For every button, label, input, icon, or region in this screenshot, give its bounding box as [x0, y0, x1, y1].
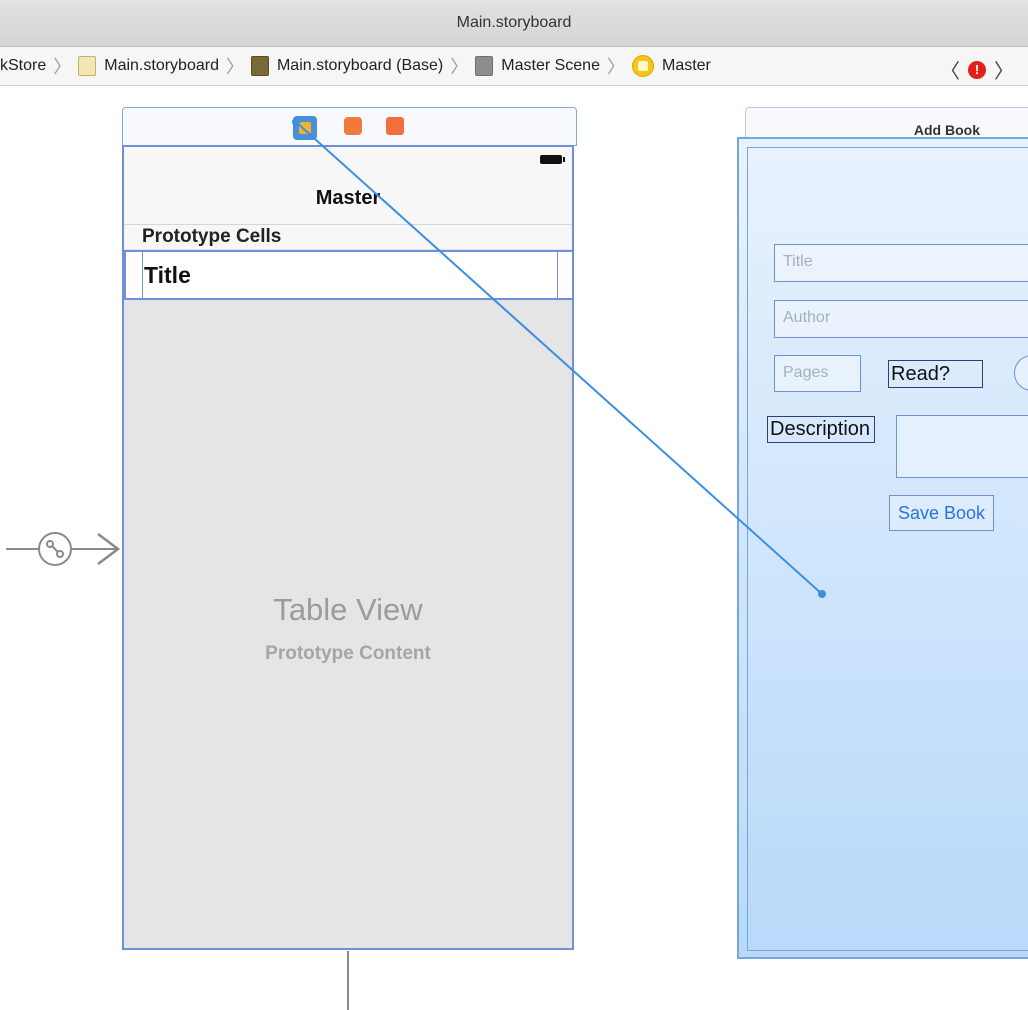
- connection-drag-line: [292, 118, 826, 598]
- connection-start-dot: [292, 118, 300, 126]
- connection-end-dot: [818, 590, 826, 598]
